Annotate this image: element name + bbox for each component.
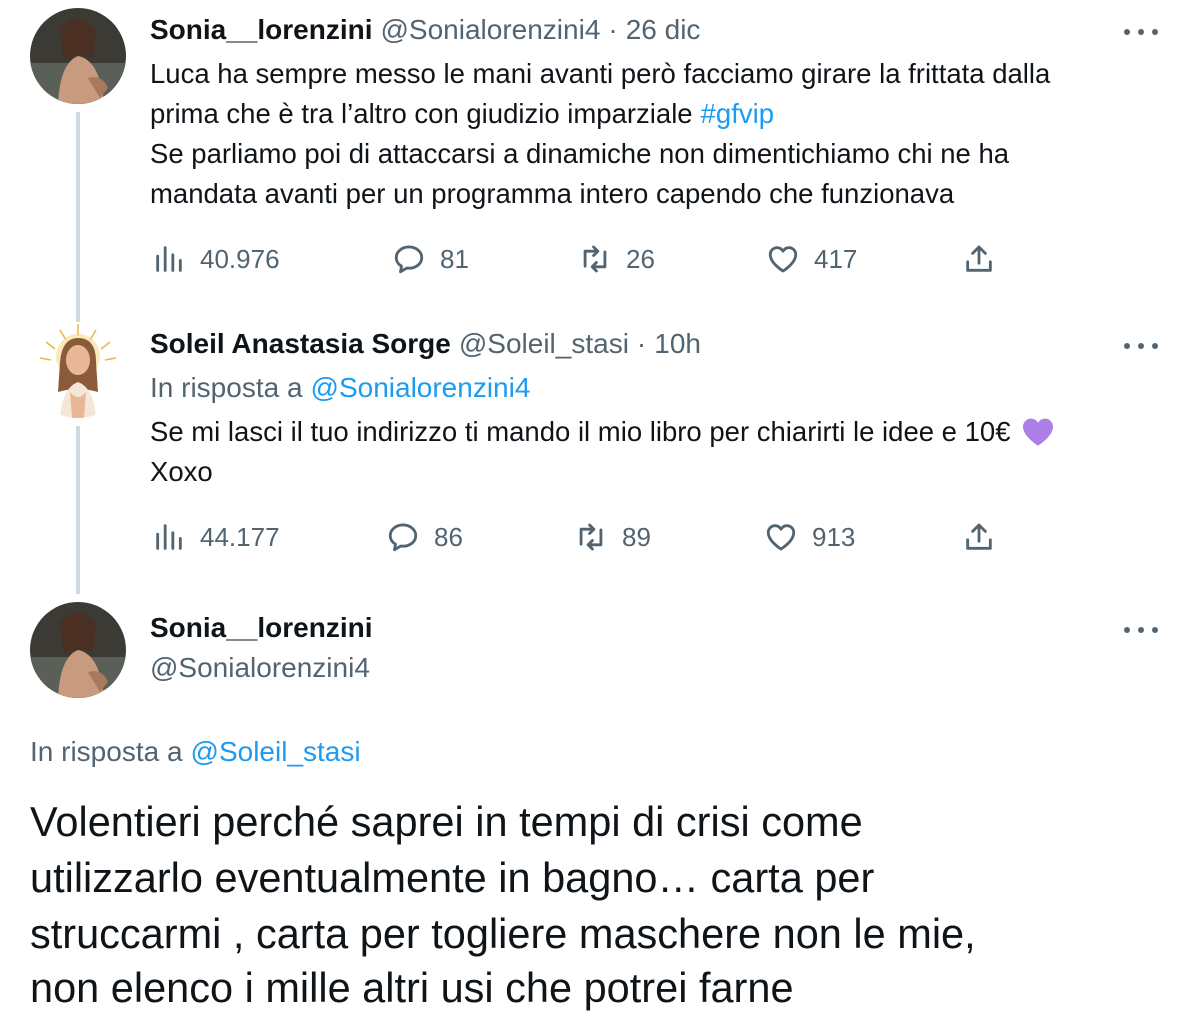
reply-count: 86 — [434, 521, 463, 552]
tweet-time[interactable]: 10h — [654, 328, 701, 360]
author-name[interactable]: Soleil Anastasia Sorge — [150, 328, 451, 360]
like-button[interactable]: 417 — [766, 242, 857, 276]
like-count: 417 — [814, 243, 858, 274]
separator: · — [608, 14, 618, 45]
author-handle[interactable]: @Soleil_stasi — [459, 328, 629, 360]
views-count: 40.976 — [200, 243, 280, 274]
tweet-3-handle-row: @Sonialorenzini4 — [150, 652, 370, 684]
reply-icon — [388, 523, 418, 552]
retweet-count: 26 — [626, 243, 655, 274]
tweet-1-line-4: mandata avanti per un programma intero c… — [150, 178, 955, 209]
tweet-2-line-2: Xoxo — [150, 456, 213, 487]
purple-heart-icon — [1022, 418, 1053, 446]
retweet-icon — [579, 523, 603, 551]
tweet-1-line-2-text: prima che è tra l’altro con giudizio imp… — [150, 98, 693, 129]
tweet-2-line-1: Se mi lasci il tuo indirizzo ti mando il… — [150, 416, 1055, 448]
more-icon[interactable] — [1124, 620, 1158, 640]
reply-to-link[interactable]: @Sonialorenzini4 — [311, 372, 531, 404]
reply-button[interactable]: 81 — [392, 242, 469, 276]
more-icon[interactable] — [1124, 336, 1158, 356]
tweet-3-name-row: Sonia__lorenzini — [150, 612, 373, 644]
like-count: 913 — [812, 521, 856, 552]
tweet-3-line-4: non elenco i mille altri usi che potrei … — [30, 964, 794, 1011]
thread-line-2 — [76, 426, 80, 594]
views-icon — [156, 524, 182, 550]
avatar-sonia[interactable] — [30, 602, 126, 698]
reply-button[interactable]: 86 — [386, 520, 463, 554]
reply-count: 81 — [440, 243, 469, 274]
like-icon — [768, 246, 798, 273]
share-icon — [966, 523, 992, 550]
tweet-1-header: Sonia__lorenzini @Sonialorenzini4 · 26 d… — [150, 14, 700, 46]
reply-context: In risposta a @Sonialorenzini4 — [150, 372, 530, 404]
retweet-count: 89 — [622, 521, 651, 552]
avatar-sonia[interactable] — [30, 8, 126, 104]
tweet-3-line-3: struccarmi , carta per togliere maschere… — [30, 910, 976, 957]
tweet-1-line-3: Se parliamo poi di attaccarsi a dinamich… — [150, 138, 1010, 169]
like-button[interactable]: 913 — [764, 520, 855, 554]
tweet-3-line-2: utilizzarlo eventualmente in bagno… cart… — [30, 854, 875, 901]
share-button[interactable] — [962, 242, 996, 281]
author-name[interactable]: Sonia__lorenzini — [150, 612, 373, 644]
tweet-time[interactable]: 26 dic — [626, 14, 701, 46]
reply-context: In risposta a @Soleil_stasi — [30, 734, 361, 770]
retweet-button[interactable]: 89 — [574, 520, 651, 554]
avatar-soleil[interactable] — [30, 322, 126, 418]
author-handle[interactable]: @Sonialorenzini4 — [150, 652, 370, 684]
reply-icon — [394, 245, 424, 274]
views-icon — [156, 246, 182, 272]
share-icon — [966, 245, 992, 272]
separator: · — [636, 328, 647, 359]
reply-prefix: In risposta a — [30, 736, 183, 767]
views-button[interactable]: 44.177 — [152, 520, 280, 554]
views-count: 44.177 — [200, 521, 280, 552]
retweet-button[interactable]: 26 — [578, 242, 655, 276]
tweet-2-line-1-text: Se mi lasci il tuo indirizzo ti mando il… — [150, 416, 1011, 447]
more-icon[interactable] — [1124, 22, 1158, 42]
hashtag-link[interactable]: #gfvip — [701, 98, 774, 130]
retweet-icon — [583, 245, 607, 273]
tweet-3-line-1: Volentieri perché saprei in tempi di cri… — [30, 798, 863, 845]
views-button[interactable]: 40.976 — [152, 242, 280, 276]
share-button[interactable] — [962, 520, 996, 559]
reply-to-link[interactable]: @Soleil_stasi — [191, 736, 361, 768]
author-handle[interactable]: @Sonialorenzini4 — [381, 14, 601, 46]
tweet-1-line-1: Luca ha sempre messo le mani avanti però… — [150, 58, 1051, 89]
reply-prefix: In risposta a — [150, 372, 303, 403]
tweet-2-header: Soleil Anastasia Sorge @Soleil_stasi · 1… — [150, 328, 701, 360]
thread-line-1 — [76, 112, 80, 322]
like-icon — [766, 524, 796, 551]
author-name[interactable]: Sonia__lorenzini — [150, 14, 373, 46]
tweet-1-line-2: prima che è tra l’altro con giudizio imp… — [150, 98, 774, 130]
